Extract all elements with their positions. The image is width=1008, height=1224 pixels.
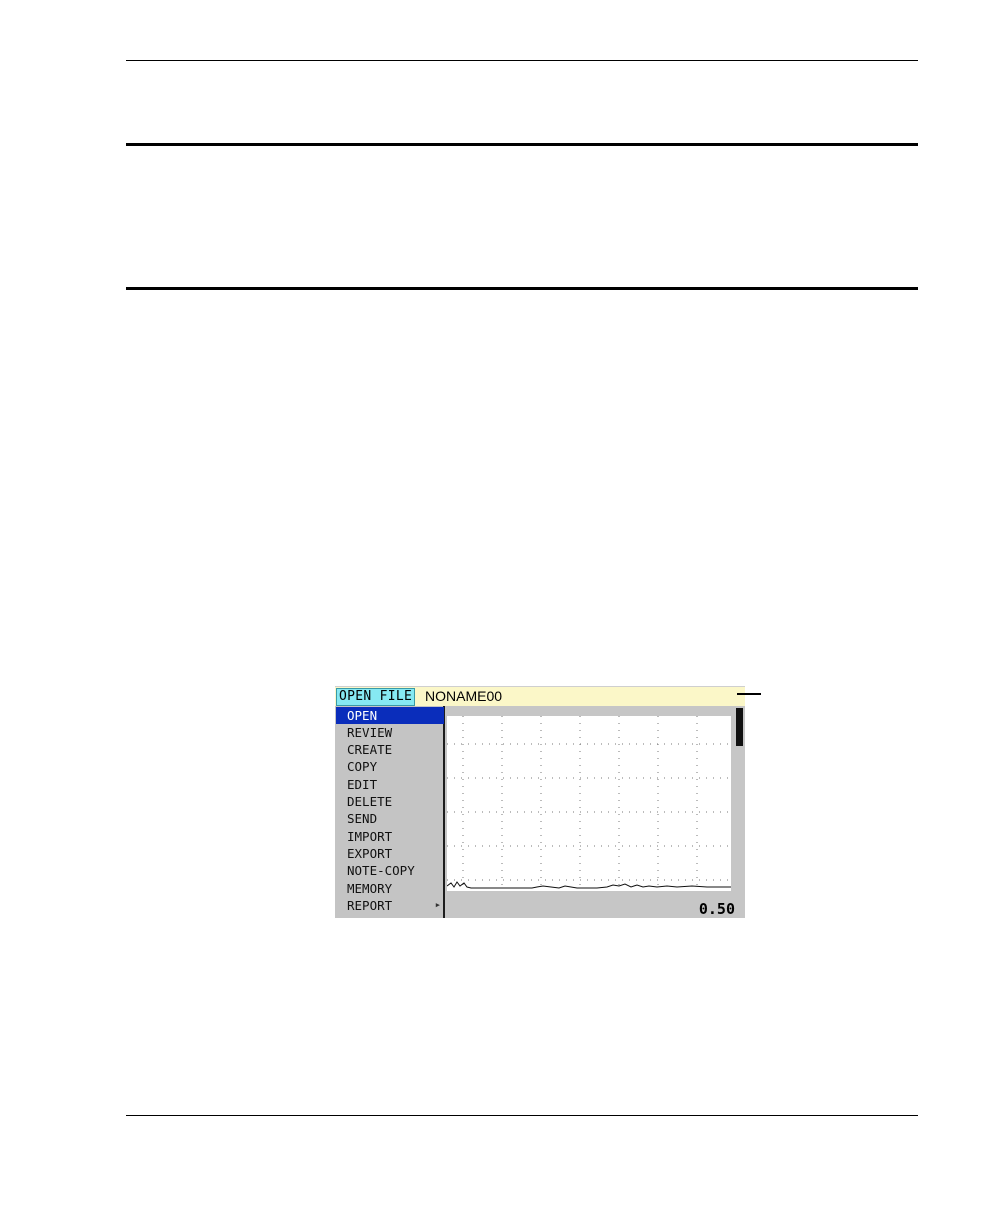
menu-item-report[interactable]: REPORT ▶ bbox=[336, 897, 444, 914]
menu-item-label: REVIEW bbox=[347, 725, 393, 740]
waveform-display bbox=[446, 716, 731, 891]
page-footer-rule bbox=[126, 1115, 918, 1116]
scrollbar[interactable] bbox=[733, 706, 745, 898]
instrument-screen: OPEN FILE NONAME00 OPEN REVIEW CREATE CO… bbox=[335, 686, 745, 918]
menu-item-copy[interactable]: COPY bbox=[336, 758, 444, 775]
waveform-graph bbox=[446, 716, 731, 891]
menu-item-label: SEND bbox=[347, 811, 378, 826]
file-menu: OPEN REVIEW CREATE COPY EDIT DELETE SEND… bbox=[335, 706, 445, 918]
menu-item-label: REPORT bbox=[347, 898, 393, 913]
menu-item-label: NOTE-COPY bbox=[347, 863, 415, 878]
page-header-rule bbox=[126, 60, 918, 61]
menu-item-edit[interactable]: EDIT bbox=[336, 776, 444, 793]
menu-item-export[interactable]: EXPORT bbox=[336, 845, 444, 862]
menu-item-delete[interactable]: DELETE bbox=[336, 793, 444, 810]
menu-item-label: IMPORT bbox=[347, 829, 393, 844]
section-rule-top bbox=[126, 143, 918, 146]
menu-item-label: COPY bbox=[347, 759, 378, 774]
scroll-thumb[interactable] bbox=[736, 708, 743, 746]
waveform-panel: 0.50 bbox=[445, 706, 745, 918]
menu-item-import[interactable]: IMPORT bbox=[336, 828, 444, 845]
menu-item-label: CREATE bbox=[347, 742, 393, 757]
submenu-arrow-icon: ▶ bbox=[435, 901, 440, 909]
menu-item-label: DELETE bbox=[347, 794, 393, 809]
title-label: OPEN FILE bbox=[336, 688, 416, 706]
section-rule-bottom bbox=[126, 287, 918, 290]
title-bar: OPEN FILE NONAME00 bbox=[335, 686, 745, 706]
menu-item-create[interactable]: CREATE bbox=[336, 741, 444, 758]
waveform-trace bbox=[446, 881, 731, 889]
file-name-value[interactable]: NONAME00 bbox=[425, 688, 502, 705]
menu-item-memory[interactable]: MEMORY bbox=[336, 880, 444, 897]
menu-item-label: EDIT bbox=[347, 777, 378, 792]
callout-line bbox=[737, 693, 761, 695]
menu-item-review[interactable]: REVIEW bbox=[336, 724, 444, 741]
menu-item-label: OPEN bbox=[347, 708, 378, 723]
menu-item-label: EXPORT bbox=[347, 846, 393, 861]
menu-item-note-copy[interactable]: NOTE-COPY bbox=[336, 862, 444, 879]
menu-item-open[interactable]: OPEN bbox=[336, 707, 444, 724]
thickness-readout: 0.50 bbox=[698, 900, 735, 918]
menu-item-label: MEMORY bbox=[347, 881, 393, 896]
menu-item-send[interactable]: SEND bbox=[336, 810, 444, 827]
